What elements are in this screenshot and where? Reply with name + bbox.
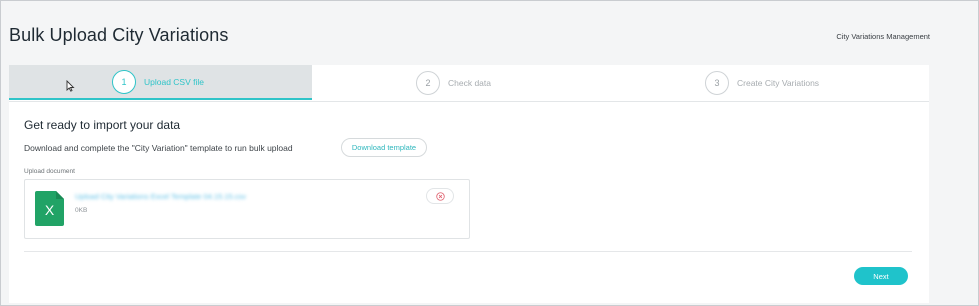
divider <box>24 251 912 252</box>
mouse-cursor-icon <box>66 80 75 92</box>
download-template-button[interactable]: Download template <box>341 138 427 157</box>
upload-document-label: Upload document <box>24 168 75 175</box>
step-label: Check data <box>448 78 491 88</box>
breadcrumb[interactable]: City Variations Management <box>836 32 930 41</box>
step-number: 3 <box>705 71 729 95</box>
page-title: Bulk Upload City Variations <box>9 25 229 45</box>
app-frame: Bulk Upload City Variations City Variati… <box>0 0 979 306</box>
step-number: 1 <box>112 69 136 94</box>
excel-file-icon: X <box>35 191 64 226</box>
upload-card: 1 Upload CSV file 2 Check data 3 Create … <box>9 65 929 303</box>
remove-file-button[interactable] <box>426 188 454 204</box>
file-name: Upload City Variations Excel Template 04… <box>75 192 247 201</box>
close-circle-icon <box>435 191 445 201</box>
next-button[interactable]: Next <box>854 267 908 285</box>
uploaded-file-box: X Upload City Variations Excel Template … <box>24 179 470 239</box>
file-size: 0KB <box>75 207 88 214</box>
section-heading: Get ready to import your data <box>24 118 181 132</box>
step-upload-csv[interactable]: 1 Upload CSV file <box>9 65 312 100</box>
step-label: Create City Variations <box>737 78 820 88</box>
instruction-text: Download and complete the "City Variatio… <box>24 143 293 153</box>
step-label: Upload CSV file <box>144 76 205 87</box>
stepper: 1 Upload CSV file 2 Check data 3 Create … <box>9 65 929 102</box>
step-create-city-variations[interactable]: 3 Create City Variations <box>705 65 819 101</box>
step-check-data[interactable]: 2 Check data <box>416 65 491 101</box>
step-number: 2 <box>416 71 440 95</box>
svg-text:X: X <box>45 202 55 218</box>
